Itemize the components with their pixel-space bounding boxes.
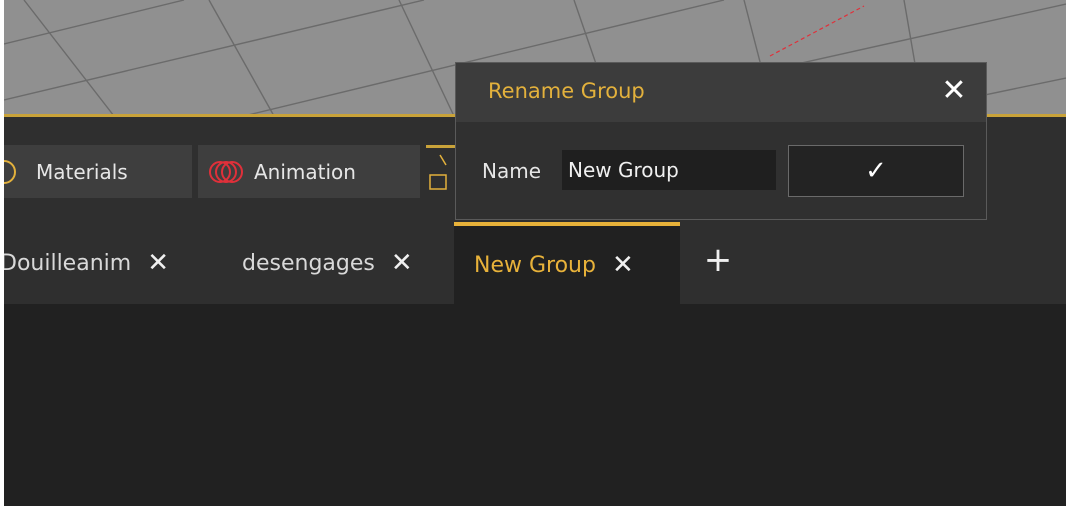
group-tab-bar: Douilleanim ✕ desengages ✕ New Group ✕ + xyxy=(4,222,1066,304)
group-content-area xyxy=(4,304,1066,506)
close-icon[interactable]: ✕ xyxy=(612,252,634,278)
tab-label: Douilleanim xyxy=(4,250,132,276)
close-icon[interactable]: ✕ xyxy=(391,250,413,276)
close-icon[interactable]: ✕ xyxy=(936,73,972,109)
tab-label: New Group xyxy=(474,252,596,278)
materials-category-button[interactable]: Materials xyxy=(4,145,192,198)
checkmark-icon: ✓ xyxy=(865,156,887,186)
close-icon[interactable]: ✕ xyxy=(147,250,169,276)
tab-label: desengages xyxy=(242,250,375,276)
tab-desengages[interactable]: desengages ✕ xyxy=(242,222,454,304)
application-window: Materials Animation Douilleanim ✕ deseng… xyxy=(4,0,1066,506)
animation-category-button[interactable]: Animation xyxy=(198,145,420,198)
add-tab-button[interactable]: + xyxy=(698,240,738,280)
tab-douilleanim[interactable]: Douilleanim ✕ xyxy=(4,222,230,304)
circle-outline-icon xyxy=(4,159,24,185)
confirm-button[interactable]: ✓ xyxy=(788,145,964,197)
animation-label: Animation xyxy=(254,159,356,184)
dialog-header: Rename Group ✕ xyxy=(456,63,986,122)
dialog-title: Rename Group xyxy=(488,79,645,103)
tool-icon xyxy=(426,153,456,193)
rename-group-dialog: Rename Group ✕ Name ✓ xyxy=(455,62,987,220)
group-name-input[interactable] xyxy=(562,150,776,190)
name-label: Name xyxy=(482,159,542,183)
tab-new-group[interactable]: New Group ✕ xyxy=(454,222,680,304)
overlapping-circles-icon xyxy=(208,158,248,186)
materials-label: Materials xyxy=(36,159,128,184)
axis-line xyxy=(769,5,865,57)
